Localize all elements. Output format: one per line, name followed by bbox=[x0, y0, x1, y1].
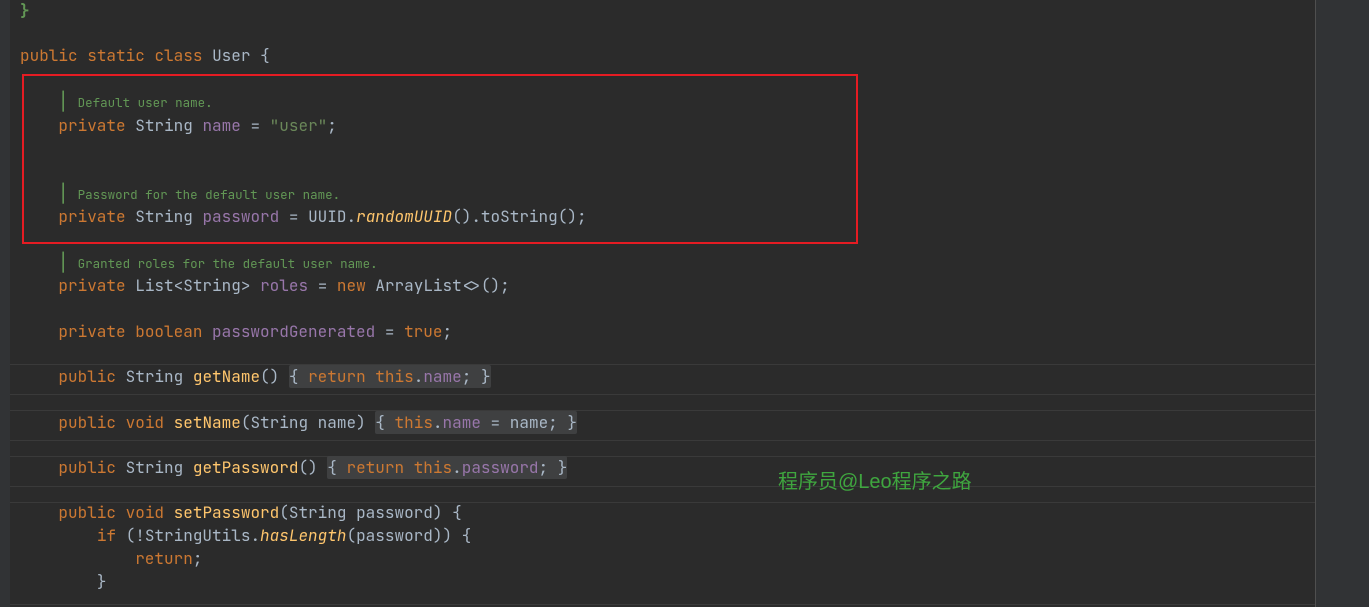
kw-this: this bbox=[375, 366, 413, 387]
kw-private: private bbox=[58, 275, 125, 296]
open-brace: { bbox=[260, 45, 270, 66]
method-getPassword: getPassword bbox=[193, 457, 299, 478]
method-setPassword: setPassword bbox=[174, 502, 280, 523]
kw-public: public bbox=[58, 412, 116, 433]
field-roles: roles bbox=[260, 275, 308, 296]
kw-void: void bbox=[126, 502, 164, 523]
method-setName: setName bbox=[174, 412, 241, 433]
kw-class: class bbox=[154, 45, 202, 66]
scrollbar-edge bbox=[1315, 0, 1316, 607]
bool-true: true bbox=[404, 321, 442, 342]
javadoc: Granted roles for the default user name. bbox=[78, 255, 378, 272]
kw-return: return bbox=[308, 366, 366, 387]
scrollbar-track[interactable] bbox=[1316, 0, 1369, 607]
editor-gutter bbox=[0, 0, 10, 607]
kw-public: public bbox=[58, 502, 116, 523]
kw-return: return bbox=[346, 457, 404, 478]
field-pwdgen: passwordGenerated bbox=[212, 321, 375, 342]
code-editor[interactable]: } public static class User { │ Default u… bbox=[0, 0, 1369, 607]
brace: } bbox=[20, 0, 30, 21]
class-name: User bbox=[212, 45, 250, 66]
kw-static: static bbox=[87, 45, 145, 66]
kw-this: this bbox=[414, 457, 452, 478]
method-hasLength: hasLength bbox=[260, 525, 346, 546]
kw-void: void bbox=[126, 412, 164, 433]
kw-this: this bbox=[395, 412, 433, 433]
kw-return: return bbox=[135, 548, 193, 569]
kw-if: if bbox=[97, 525, 116, 546]
kw-public: public bbox=[58, 366, 116, 387]
kw-boolean: boolean bbox=[135, 321, 202, 342]
kw-new: new bbox=[337, 275, 366, 296]
kw-public: public bbox=[20, 45, 78, 66]
close-brace: } bbox=[97, 571, 107, 592]
method-getName: getName bbox=[193, 366, 260, 387]
kw-public: public bbox=[58, 457, 116, 478]
kw-private: private bbox=[58, 321, 125, 342]
highlight-box bbox=[22, 74, 858, 244]
watermark-text: 程序员@Leo程序之路 bbox=[778, 465, 972, 494]
